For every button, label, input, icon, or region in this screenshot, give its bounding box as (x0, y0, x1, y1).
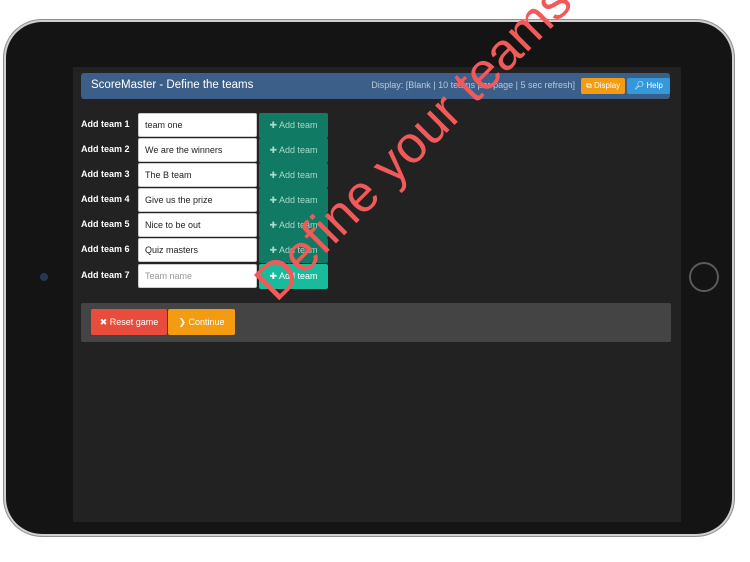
continue-label: Continue (188, 317, 225, 327)
add-team-button[interactable]: ✚ Add team (259, 113, 328, 138)
external-link-icon: ⧉ (586, 81, 592, 90)
plus-icon: ✚ (269, 195, 277, 205)
plus-icon: ✚ (269, 170, 277, 180)
team-name-input[interactable]: team one (138, 113, 257, 137)
add-team-label: Add team (279, 120, 318, 130)
plus-icon: ✚ (269, 120, 277, 130)
display-button-label: Display (593, 81, 621, 90)
chevron-right-icon: ❯ (178, 317, 186, 327)
app-title: ScoreMaster - Define the teams (91, 79, 254, 91)
team-name-input[interactable] (138, 264, 257, 288)
team-row-2: Add team 2 We are the winners ✚ Add team (81, 138, 381, 163)
team-name-input[interactable]: Give us the prize (138, 188, 257, 212)
continue-button[interactable]: ❯ Continue (168, 309, 235, 335)
team-name-input[interactable]: Nice to be out (138, 213, 257, 237)
add-team-label: Add team (279, 145, 318, 155)
reset-game-label: Reset game (109, 317, 159, 327)
team-row-7: Add team 7 ✚Add team (81, 264, 381, 289)
help-button[interactable]: 🔎︎ Help (627, 78, 670, 94)
help-button-label: Help (646, 81, 663, 90)
add-team-button[interactable]: ✚ Add team (259, 163, 328, 188)
navbar: ScoreMaster - Define the teams Display: … (81, 73, 670, 99)
action-bar: ✖ Reset game ❯ Continue (81, 303, 671, 342)
tablet-frame: ScoreMaster - Define the teams Display: … (6, 22, 732, 534)
reset-game-button[interactable]: ✖ Reset game (91, 309, 167, 335)
add-team-label: Add team (279, 170, 318, 180)
team-label: Add team 1 (81, 119, 130, 129)
team-label: Add team 4 (81, 194, 130, 204)
team-name-input[interactable]: Quiz masters (138, 238, 257, 262)
team-name-input[interactable]: We are the winners (138, 138, 257, 162)
team-label: Add team 7 (81, 270, 130, 280)
add-team-button[interactable]: ✚ Add team (259, 138, 328, 163)
team-label: Add team 5 (81, 219, 130, 229)
team-name-input[interactable]: The B team (138, 163, 257, 187)
team-label: Add team 3 (81, 169, 130, 179)
team-label: Add team 2 (81, 144, 130, 154)
camera-dot (40, 273, 48, 281)
plus-icon: ✚ (269, 220, 277, 230)
display-button[interactable]: ⧉ Display (581, 78, 626, 94)
team-label: Add team 6 (81, 244, 130, 254)
search-icon: 🔎︎ (634, 81, 645, 90)
plus-icon: ✚ (269, 145, 277, 155)
team-row-1: Add team 1 team one ✚ Add team (81, 113, 381, 138)
close-icon: ✖ (99, 317, 108, 327)
home-button[interactable] (689, 262, 719, 292)
